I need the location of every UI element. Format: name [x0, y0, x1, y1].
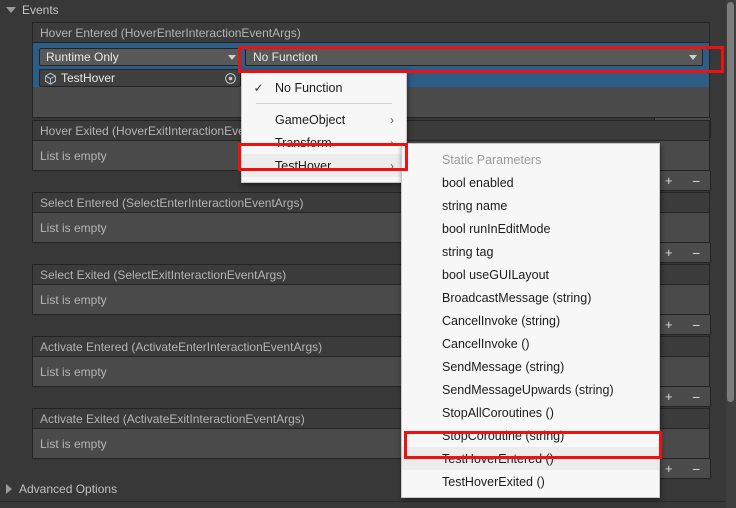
object-reference-field[interactable]: TestHover [39, 69, 241, 87]
chevron-right-icon: › [380, 159, 394, 173]
event-list-footer-buttons: + − [654, 315, 711, 335]
event-entry-row-top: Runtime Only No Function [33, 46, 709, 66]
menu-item-label: Transform [275, 136, 380, 150]
submenu-item-testhoverexited[interactable]: TestHoverExited () [402, 470, 659, 493]
chevron-right-icon [6, 484, 12, 494]
vertical-scrollbar-track[interactable] [726, 0, 736, 508]
add-event-button[interactable]: + [658, 390, 680, 403]
submenu-item-testhoverentered[interactable]: TestHoverEntered () [402, 447, 659, 470]
chevron-down-icon [6, 7, 16, 13]
object-picker-icon[interactable] [224, 72, 237, 85]
submenu-item-string-name[interactable]: string name [402, 194, 659, 217]
events-section-title: Events [22, 3, 59, 17]
event-list-footer-buttons: + − [654, 387, 711, 407]
chevron-right-icon: › [380, 113, 394, 127]
submenu-item-sendmessageupwards-string[interactable]: SendMessageUpwards (string) [402, 378, 659, 401]
object-reference-value: TestHover [61, 71, 115, 85]
submenu-section-header: Static Parameters [402, 148, 659, 171]
menu-item-gameobject[interactable]: GameObject › [242, 108, 406, 131]
menu-item-label: GameObject [275, 113, 380, 127]
submenu-item-cancelinvoke[interactable]: CancelInvoke () [402, 332, 659, 355]
prefab-cube-icon [44, 72, 57, 85]
menu-item-no-function[interactable]: ✓ No Function [242, 76, 406, 99]
submenu-item-bool-runineditmode[interactable]: bool runInEditMode [402, 217, 659, 240]
remove-event-button[interactable]: − [685, 462, 707, 476]
checkmark-icon: ✓ [242, 81, 275, 95]
event-group-title: Hover Entered (HoverEnterInteractionEven… [32, 22, 710, 42]
menu-separator [256, 103, 392, 104]
submenu-item-bool-enabled[interactable]: bool enabled [402, 171, 659, 194]
advanced-options-label: Advanced Options [19, 482, 117, 496]
remove-event-button[interactable]: − [685, 390, 707, 404]
runtime-mode-dropdown[interactable]: Runtime Only [39, 48, 241, 66]
event-list-footer-buttons: + − [654, 459, 711, 479]
submenu-item-stopallcoroutines[interactable]: StopAllCoroutines () [402, 401, 659, 424]
submenu-item-sendmessage-string[interactable]: SendMessage (string) [402, 355, 659, 378]
add-event-button[interactable]: + [658, 174, 680, 187]
submenu-item-cancelinvoke-string[interactable]: CancelInvoke (string) [402, 309, 659, 332]
submenu-item-stopcoroutine-string[interactable]: StopCoroutine (string) [402, 424, 659, 447]
add-event-button[interactable]: + [658, 462, 680, 475]
add-event-button[interactable]: + [658, 246, 680, 259]
chevron-down-icon [689, 55, 697, 60]
remove-event-button[interactable]: − [685, 246, 707, 260]
event-list-footer-buttons: + − [654, 171, 711, 191]
unity-inspector-screenshot: Events Hover Entered (HoverEnterInteract… [0, 0, 736, 508]
menu-item-testhover[interactable]: TestHover › [242, 154, 406, 177]
menu-item-transform[interactable]: Transform › [242, 131, 406, 154]
function-dropdown[interactable]: No Function [245, 48, 703, 66]
function-dropdown-value: No Function [253, 50, 318, 64]
chevron-right-icon: › [380, 136, 394, 150]
submenu-item-bool-usegui-layout[interactable]: bool useGUILayout [402, 263, 659, 286]
remove-event-button[interactable]: − [685, 174, 707, 188]
submenu-item-string-tag[interactable]: string tag [402, 240, 659, 263]
menu-item-label: TestHover [275, 159, 380, 173]
function-selection-menu[interactable]: ✓ No Function GameObject › Transform › T… [241, 70, 407, 183]
event-list-footer-buttons: + − [654, 243, 711, 263]
advanced-options-foldout[interactable]: Advanced Options [6, 482, 117, 496]
remove-event-button[interactable]: − [685, 318, 707, 332]
events-foldout-header[interactable]: Events [0, 0, 726, 20]
panel-divider [0, 501, 726, 502]
submenu-item-broadcastmessage-string[interactable]: BroadcastMessage (string) [402, 286, 659, 309]
testhover-submenu[interactable]: Static Parameters bool enabled string na… [401, 143, 660, 498]
add-event-button[interactable]: + [658, 318, 680, 331]
vertical-scrollbar-thumb[interactable] [727, 2, 734, 402]
menu-item-label: No Function [275, 81, 394, 95]
runtime-mode-value: Runtime Only [46, 50, 119, 64]
chevron-down-icon [228, 55, 236, 60]
